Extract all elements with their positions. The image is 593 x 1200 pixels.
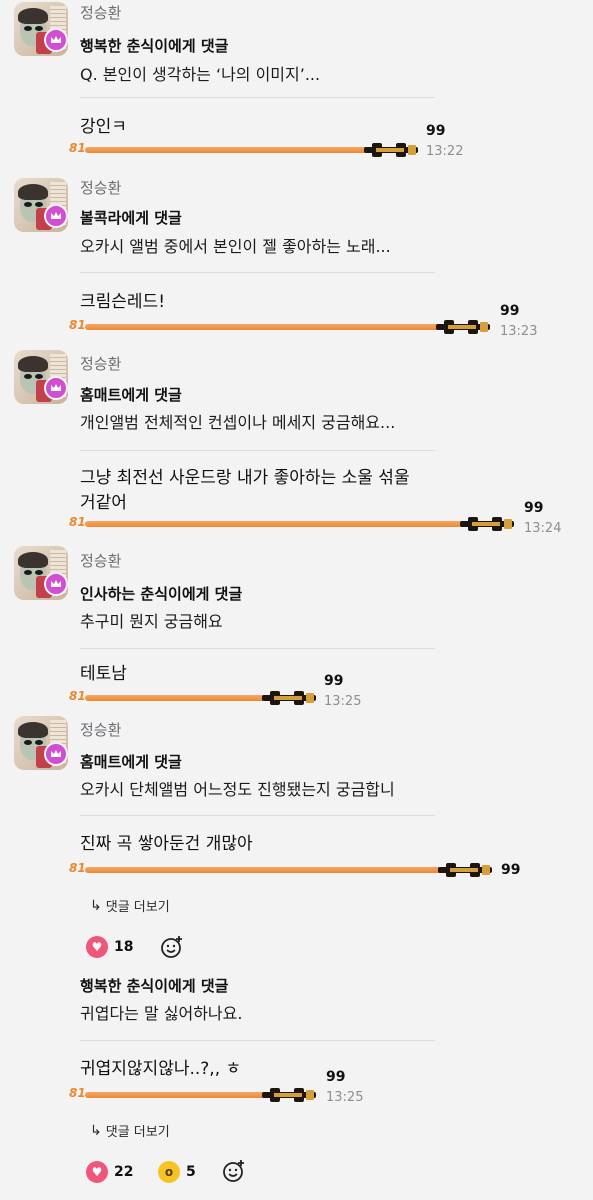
divider <box>80 272 435 273</box>
answer-text: 진짜 곡 쌓아둔건 개많아 <box>80 834 253 854</box>
timestamp: 13:25 <box>324 694 362 709</box>
heart-reaction[interactable]: ♥ 22 <box>86 1161 133 1183</box>
question-text[interactable]: 오카시 앨범 중에서 본인이 젤 좋아하는 노래... <box>80 233 391 257</box>
score-number: 99 <box>324 673 344 689</box>
score-number: 99 <box>326 1069 346 1085</box>
crown-icon <box>44 204 68 228</box>
score-number: 99 <box>500 303 520 319</box>
divider <box>80 97 435 98</box>
rank-number: 81 <box>69 689 86 703</box>
more-comments-label: 댓글 더보기 <box>105 1125 170 1140</box>
progress-bar <box>85 147 370 153</box>
question-text[interactable]: 개인앨범 전체적인 컨셉이나 메세지 궁금해요... <box>80 409 395 433</box>
answer-text: 강인ㅋ <box>80 117 127 137</box>
reply-title: 볼콕라에게 댓글 <box>80 209 182 227</box>
question-text[interactable]: 오카시 단체앨범 어느정도 진행됐는지 궁금합니 <box>80 776 395 800</box>
rank-number: 81 <box>69 318 86 332</box>
username[interactable]: 정승환 <box>80 550 121 571</box>
race-car-icon <box>460 517 514 531</box>
progress-bar <box>85 1092 270 1098</box>
rank-number: 81 <box>69 861 86 875</box>
wow-count: 5 <box>186 1164 196 1180</box>
reply-title: 행복한 춘식이에게 댓글 <box>80 977 229 995</box>
crown-icon <box>44 572 68 596</box>
wow-reaction[interactable]: o 5 <box>158 1161 196 1183</box>
divider <box>80 1040 435 1041</box>
progress-bar <box>85 521 467 527</box>
more-comments-button[interactable]: ↳ 댓글 더보기 <box>90 1121 170 1141</box>
rank-number: 81 <box>69 141 86 155</box>
add-reaction-icon[interactable] <box>160 935 184 959</box>
race-car-icon <box>436 320 490 334</box>
reply-title: 인사하는 춘식이에게 댓글 <box>80 585 243 603</box>
progress-bar <box>85 695 270 701</box>
add-reaction-icon[interactable] <box>222 1159 246 1183</box>
timestamp: 13:24 <box>524 521 562 536</box>
answer-text-line-2: 거같어 <box>80 493 127 513</box>
reply-arrow-icon: ↳ <box>90 1122 102 1139</box>
question-text[interactable]: 귀엽다는 말 싫어하나요. <box>80 1000 242 1024</box>
timestamp: 13:22 <box>426 144 464 159</box>
score-number: 99 <box>426 123 446 139</box>
crown-icon <box>44 376 68 400</box>
race-car-icon <box>262 691 316 705</box>
reply-arrow-icon: ↳ <box>90 897 102 914</box>
username[interactable]: 정승환 <box>80 177 121 198</box>
progress-bar <box>85 867 445 873</box>
crown-icon <box>44 28 68 52</box>
race-car-icon <box>262 1088 316 1102</box>
rank-number: 81 <box>69 515 86 529</box>
divider <box>80 815 435 816</box>
more-comments-button[interactable]: ↳ 댓글 더보기 <box>90 896 170 916</box>
answer-text: 테토남 <box>80 664 127 684</box>
score-number: 99 <box>501 862 521 878</box>
heart-icon: ♥ <box>86 936 108 958</box>
crown-icon <box>44 742 68 766</box>
timestamp: 13:23 <box>500 324 538 339</box>
progress-bar <box>85 324 443 330</box>
reply-title: 홈매트에게 댓글 <box>80 386 182 404</box>
timestamp: 13:25 <box>326 1090 364 1105</box>
race-car-icon <box>364 143 418 157</box>
question-text[interactable]: Q. 본인이 생각하는 ‘나의 이미지’... <box>80 61 320 85</box>
surprised-face-icon: o <box>158 1161 180 1183</box>
more-comments-label: 댓글 더보기 <box>105 900 170 915</box>
heart-count: 22 <box>114 1164 134 1180</box>
answer-text: 귀엽지않지않나..?,, ㅎ <box>80 1059 242 1079</box>
divider <box>80 450 435 451</box>
username[interactable]: 정승환 <box>80 353 121 374</box>
score-number: 99 <box>524 500 544 516</box>
username[interactable]: 정승환 <box>80 2 121 23</box>
reply-title: 행복한 춘식이에게 댓글 <box>80 37 229 55</box>
answer-text: 크림슨레드! <box>80 292 166 312</box>
heart-reaction[interactable]: ♥ 18 <box>86 936 133 958</box>
question-text[interactable]: 추구미 뭔지 궁금해요 <box>80 608 223 632</box>
rank-number: 81 <box>69 1086 86 1100</box>
race-car-icon <box>438 863 492 877</box>
divider <box>80 648 435 649</box>
answer-text-line-1: 그냥 최전선 사운드랑 내가 좋아하는 소울 섞울 <box>80 468 410 488</box>
heart-count: 18 <box>114 939 134 955</box>
reply-title: 홈매트에게 댓글 <box>80 753 182 771</box>
heart-icon: ♥ <box>86 1161 108 1183</box>
username[interactable]: 정승환 <box>80 719 121 740</box>
